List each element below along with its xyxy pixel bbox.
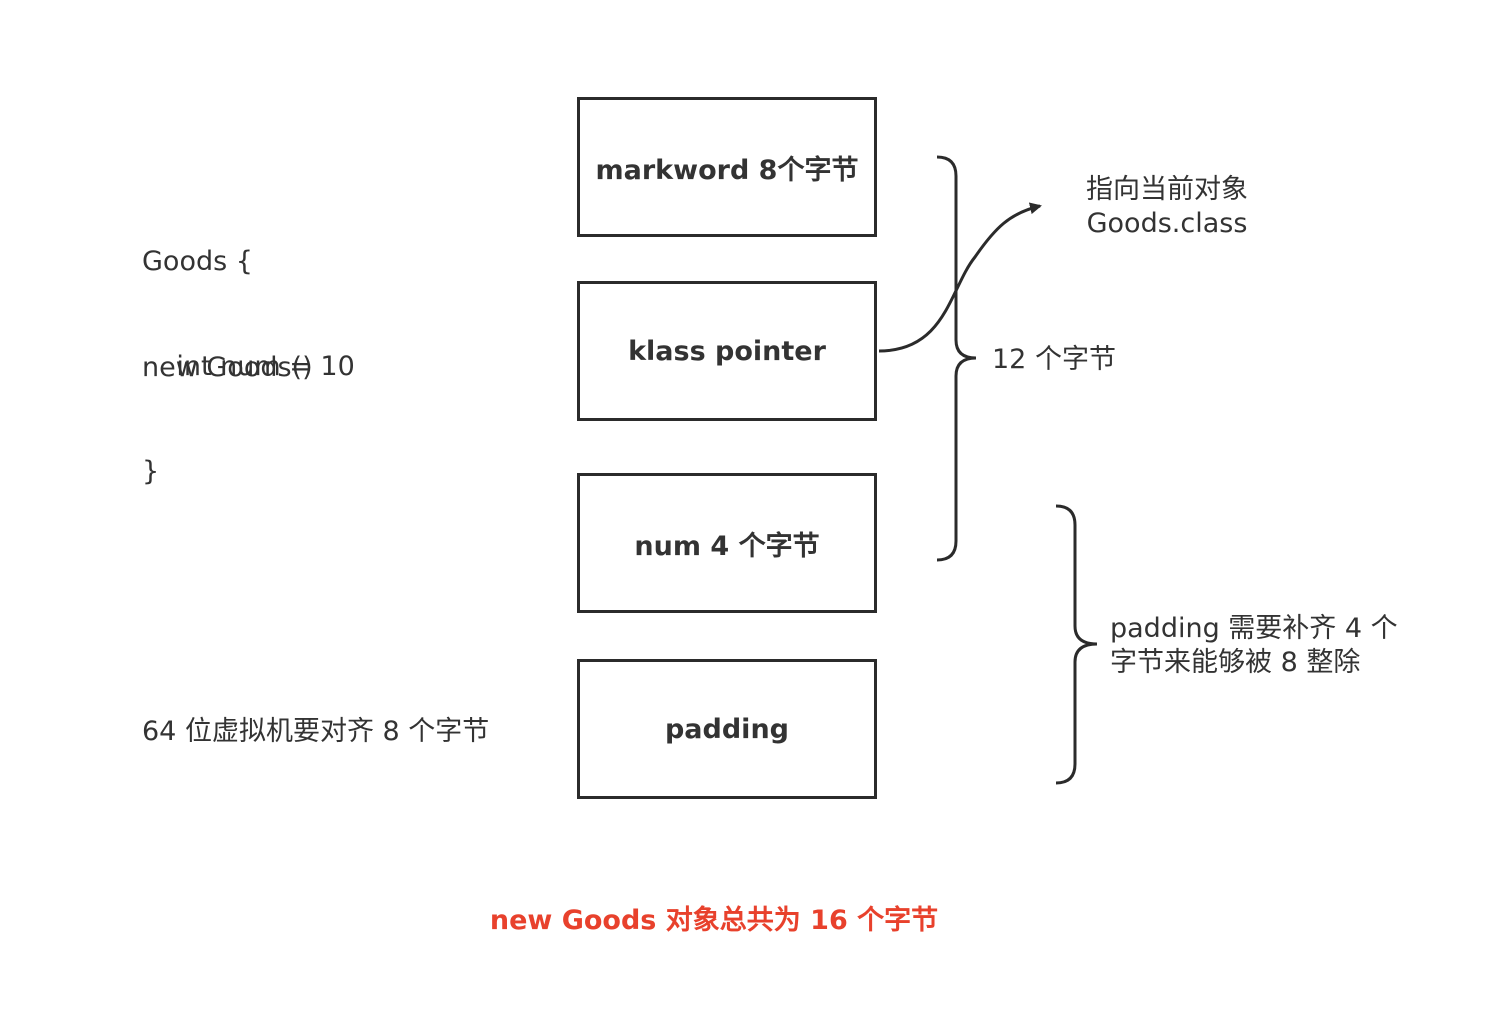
klass-pointer-box: klass pointer: [577, 281, 877, 421]
class-definition: Goods { int num = 10 }: [142, 174, 355, 524]
klass-pointer-label: klass pointer: [628, 335, 826, 367]
padding-label: padding: [664, 713, 789, 745]
markword-label: markword 8个字节: [595, 154, 859, 186]
padding-note-line-2: 字节来能够被 8 整除: [1110, 647, 1361, 678]
pointer-target-line-1: 指向当前对象: [1086, 174, 1248, 205]
markword-box: markword 8个字节: [577, 97, 877, 237]
class-definition-line-1: Goods {: [142, 246, 253, 277]
padding-box: padding: [577, 659, 877, 799]
pointer-target-note: 指向当前对象 Goods.class: [1062, 173, 1272, 241]
padding-note: padding 需要补齐 4 个 字节来能够被 8 整除: [1110, 612, 1410, 680]
klass-pointer-arrow: [878, 202, 1042, 353]
class-definition-line-3: }: [142, 456, 160, 487]
num-field-box: num 4 个字节: [577, 473, 877, 613]
padding-brace: [1055, 504, 1098, 785]
pointer-target-line-2: Goods.class: [1086, 208, 1248, 239]
padding-note-line-1: padding 需要补齐 4 个: [1110, 613, 1398, 644]
new-expression: new Goods(): [142, 352, 313, 383]
total-size-note: new Goods 对象总共为 16 个字节: [489, 905, 939, 936]
header-brace: [936, 155, 977, 562]
num-field-label: num 4 个字节: [634, 530, 820, 562]
header-size-label: 12 个字节: [992, 344, 1116, 375]
alignment-note: 64 位虚拟机要对齐 8 个字节: [142, 716, 490, 747]
